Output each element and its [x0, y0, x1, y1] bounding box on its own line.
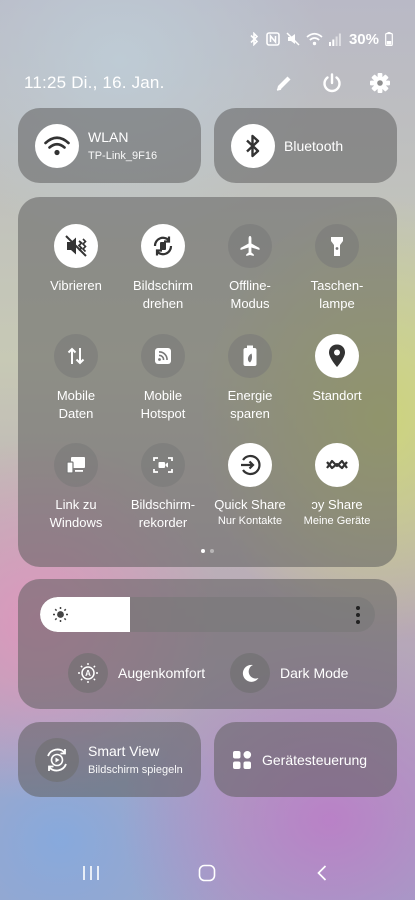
quick-share-sub: Nur Kontakte — [217, 515, 283, 527]
brightness-panel: A Augenkomfort Dark Mode — [18, 579, 397, 709]
bluetooth-status-icon — [248, 32, 260, 46]
rotate-label: Bildschirm drehen — [133, 278, 193, 311]
quick-share-icon[interactable] — [228, 443, 272, 487]
bluetooth-icon[interactable] — [231, 123, 275, 168]
page-indicator — [201, 549, 214, 553]
settings-gear-icon[interactable] — [369, 72, 391, 94]
nfc-icon — [266, 32, 280, 46]
link-to-windows-label: Link zu Windows — [49, 497, 103, 530]
airplane-icon[interactable] — [228, 224, 272, 268]
toggle-mobile-hotspot[interactable]: Mobile Hotspot — [118, 334, 208, 423]
power-icon[interactable] — [321, 72, 343, 94]
device-control-tile[interactable]: Gerätesteuerung — [214, 722, 397, 797]
quick-share-label: Quick Share — [214, 497, 286, 512]
location-pin-icon[interactable] — [315, 334, 359, 378]
page-dot-active — [201, 549, 205, 553]
toggle-smart-things-share[interactable]: ɔy Share Meine Geräte — [292, 443, 382, 527]
toggle-link-to-windows[interactable]: Link zu Windows — [31, 443, 121, 532]
mobile-data-label: Mobile Daten — [56, 388, 96, 421]
toggle-auto-rotate[interactable]: Bildschirm drehen — [118, 224, 208, 313]
panel-header: 11:25 Di., 16. Jan. — [24, 70, 391, 96]
smart-view-icon — [35, 737, 79, 782]
more-options-icon[interactable] — [355, 605, 361, 630]
toggle-screen-recorder[interactable]: Bildschirm- rekorder — [118, 443, 208, 532]
toggle-flashlight[interactable]: Taschen- lampe — [292, 224, 382, 313]
toggle-airplane-mode[interactable]: Offline- Modus — [205, 224, 295, 313]
toggle-power-saving[interactable]: Energie sparen — [205, 334, 295, 423]
bluetooth-tile[interactable]: Bluetooth — [214, 108, 397, 183]
mobile-data-icon[interactable] — [54, 334, 98, 378]
eye-comfort-icon: A — [68, 653, 108, 693]
battery-percent: 30% — [348, 30, 379, 48]
signal-icon — [328, 33, 341, 46]
device-control-grid-icon — [231, 749, 253, 771]
share-label: ɔy Share — [311, 497, 363, 512]
device-control-title: Gerätesteuerung — [262, 751, 368, 768]
rotate-screen-icon[interactable] — [141, 224, 185, 268]
sun-icon — [52, 606, 69, 628]
smart-view-tile[interactable]: Smart View Bildschirm spiegeln — [18, 722, 201, 797]
navigation-bar — [0, 856, 415, 892]
moon-icon — [230, 653, 270, 693]
airplane-label: Offline- Modus — [229, 278, 271, 311]
eye-comfort-label: Augenkomfort — [118, 665, 206, 681]
toggle-location[interactable]: Standort — [292, 334, 382, 405]
quick-settings-panel: Vibrieren Bildschirm drehen Offline- Mod… — [18, 197, 397, 567]
bluetooth-title: Bluetooth — [284, 137, 344, 154]
dark-mode-button[interactable]: Dark Mode — [230, 653, 348, 693]
wifi-icon[interactable] — [35, 123, 79, 168]
toggle-vibrate[interactable]: Vibrieren — [31, 224, 121, 295]
screen-recorder-icon[interactable] — [141, 443, 185, 487]
hotspot-icon[interactable] — [141, 334, 185, 378]
location-label: Standort — [312, 388, 362, 403]
flashlight-label: Taschen- lampe — [310, 278, 364, 311]
eye-comfort-button[interactable]: A Augenkomfort — [68, 653, 205, 693]
clock-date: 11:25 Di., 16. Jan. — [24, 73, 165, 92]
link-to-windows-icon[interactable] — [54, 443, 98, 487]
dark-mode-label: Dark Mode — [280, 665, 349, 681]
flashlight-icon[interactable] — [315, 224, 359, 268]
wifi-status-icon — [306, 32, 323, 46]
screen-recorder-label: Bildschirm- rekorder — [130, 497, 196, 530]
vibrate-label: Vibrieren — [50, 278, 102, 293]
recent-apps-icon[interactable] — [82, 864, 100, 882]
svg-text:A: A — [85, 669, 91, 678]
toggle-quick-share[interactable]: Quick Share Nur Kontakte — [205, 443, 295, 527]
wlan-tile[interactable]: WLAN TP-Link_9F16 — [18, 108, 201, 183]
home-icon[interactable] — [198, 864, 216, 882]
wlan-network-name: TP-Link_9F16 — [88, 150, 158, 162]
back-icon[interactable] — [316, 864, 328, 882]
share-devices-icon[interactable] — [315, 443, 359, 487]
mute-icon — [286, 32, 300, 46]
hotspot-label: Mobile Hotspot — [140, 388, 186, 421]
share-sub: Meine Geräte — [303, 515, 371, 527]
battery-icon — [385, 32, 393, 46]
status-bar: 30% — [248, 28, 393, 50]
toggle-mobile-data[interactable]: Mobile Daten — [31, 334, 121, 423]
wlan-title: WLAN — [88, 129, 129, 145]
brightness-slider[interactable] — [40, 597, 375, 632]
vibrate-mute-icon[interactable] — [54, 224, 98, 268]
smart-view-title: Smart View — [88, 743, 160, 759]
edit-pencil-icon[interactable] — [273, 72, 295, 94]
page-dot — [210, 549, 214, 553]
smart-view-sub: Bildschirm spiegeln — [88, 764, 183, 776]
battery-saver-icon[interactable] — [228, 334, 272, 378]
power-saving-label: Energie sparen — [227, 388, 273, 421]
